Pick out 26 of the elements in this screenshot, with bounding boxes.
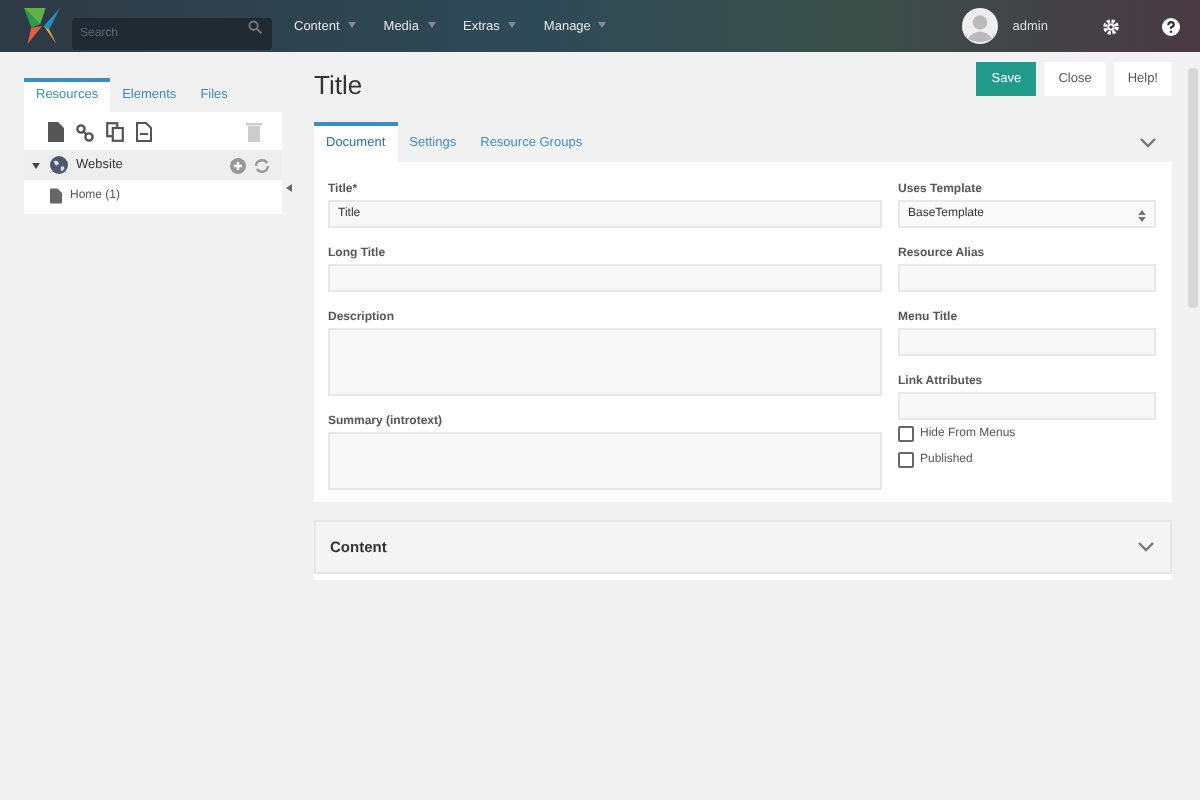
refresh-icon[interactable] [254, 157, 270, 173]
globe-icon [50, 156, 68, 174]
checkbox[interactable] [898, 451, 914, 467]
select-arrows-icon [1138, 210, 1146, 222]
avatar-icon[interactable] [962, 8, 999, 44]
document-icon[interactable] [48, 122, 64, 142]
caret-icon [507, 22, 516, 29]
caret-icon [598, 22, 607, 29]
caret-icon [347, 22, 356, 29]
page-title: Title [314, 70, 363, 100]
document-icon [50, 187, 62, 203]
chevron-icon[interactable] [1138, 542, 1154, 552]
settings-icon[interactable] [1102, 17, 1120, 35]
caret-icon [427, 22, 435, 29]
expand-icon[interactable] [32, 161, 40, 169]
chevron-icon[interactable] [1140, 138, 1156, 148]
search-icon [248, 19, 262, 33]
checkbox[interactable] [898, 425, 914, 441]
collapse-icon[interactable] [286, 184, 292, 192]
file-icon[interactable] [136, 122, 152, 142]
link-icon[interactable] [76, 123, 94, 141]
add-icon[interactable] [230, 157, 246, 173]
help-icon[interactable] [1162, 17, 1180, 35]
copy-icon[interactable] [106, 122, 124, 142]
logo-icon[interactable] [24, 8, 60, 44]
scroll-thumb[interactable] [1188, 68, 1198, 308]
